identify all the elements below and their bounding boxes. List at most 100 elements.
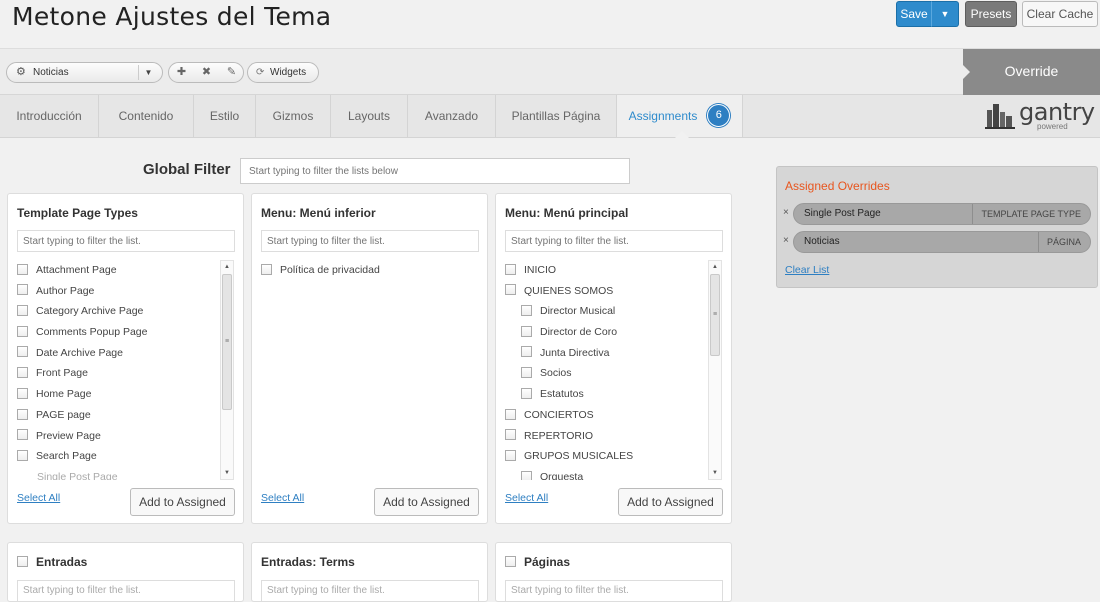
list-item-label: GRUPOS MUSICALES [524, 450, 634, 463]
checkbox[interactable] [505, 263, 516, 275]
list-item[interactable]: Director de Coro [505, 322, 723, 343]
add-icon[interactable]: ✚ [169, 63, 194, 82]
checkbox[interactable] [17, 284, 28, 296]
select-all-link[interactable]: Select All [17, 492, 60, 504]
panel-filter-input[interactable] [505, 230, 723, 252]
checkbox[interactable] [261, 263, 272, 275]
checkbox[interactable] [505, 449, 516, 461]
list-item[interactable]: Category Archive Page [17, 301, 235, 322]
override-select[interactable]: ⚙ Noticias ▼ [6, 62, 163, 83]
panel-filter-input[interactable] [17, 230, 235, 252]
list-item[interactable]: Junta Directiva [505, 343, 723, 364]
gantry-logo: gantry powered [985, 98, 1095, 131]
edit-icon[interactable]: ✎ [219, 63, 244, 82]
list-scrollbar[interactable]: ▲ ≡ ▼ [220, 260, 234, 480]
list-item-label: Socios [540, 367, 572, 380]
select-all-link[interactable]: Select All [261, 492, 304, 504]
panel-title: Entradas: Terms [261, 555, 355, 569]
list-item[interactable]: Preview Page [17, 426, 235, 447]
clear-list-link[interactable]: Clear List [785, 264, 829, 276]
save-options-button[interactable]: ▼ [931, 1, 959, 27]
list-item[interactable]: Attachment Page [17, 260, 235, 281]
list-item[interactable]: QUIENES SOMOS [505, 281, 723, 302]
checkbox[interactable] [505, 429, 516, 441]
add-to-assigned-button[interactable]: Add to Assigned [374, 488, 479, 516]
tab-gizmos[interactable]: Gizmos [256, 95, 331, 137]
tab-assignments[interactable]: Assignments 6 [617, 95, 743, 138]
remove-icon[interactable]: × [783, 235, 789, 246]
assigned-item-type: PÁGINA [1037, 232, 1081, 252]
tab-estilo[interactable]: Estilo [194, 95, 256, 137]
widgets-button[interactable]: ⟳ Widgets [247, 62, 319, 83]
panel-entradas-terms: Entradas: Terms Start typing to filter t… [251, 542, 488, 602]
checkbox[interactable] [521, 387, 532, 399]
add-to-assigned-button[interactable]: Add to Assigned [618, 488, 723, 516]
list-item[interactable]: Search Page [17, 446, 235, 467]
checkbox[interactable] [17, 263, 28, 275]
checkbox[interactable] [17, 556, 28, 568]
checkbox[interactable] [17, 449, 28, 461]
list-scrollbar[interactable]: ▲ ≡ ▼ [708, 260, 722, 480]
list-item[interactable]: Front Page [17, 363, 235, 384]
assigned-item-name: Single Post Page [804, 208, 881, 219]
checkbox[interactable] [17, 367, 28, 379]
tab-avanzado[interactable]: Avanzado [408, 95, 496, 137]
clear-cache-button[interactable]: Clear Cache [1022, 1, 1098, 27]
checkbox[interactable] [17, 325, 28, 337]
tab-assignments-label: Assignments [628, 109, 698, 123]
assigned-item-pill: Noticias PÁGINA [793, 231, 1091, 253]
panel-filter-input[interactable]: Start typing to filter the list. [505, 580, 723, 602]
scroll-down-icon[interactable]: ▼ [221, 467, 233, 479]
scroll-up-icon[interactable]: ▲ [709, 261, 721, 273]
add-to-assigned-button[interactable]: Add to Assigned [130, 488, 235, 516]
list-item[interactable]: Date Archive Page [17, 343, 235, 364]
checkbox[interactable] [505, 408, 516, 420]
panel-filter-input[interactable] [261, 230, 479, 252]
panel-filter-input[interactable]: Start typing to filter the list. [261, 580, 479, 602]
list-item[interactable]: Socios [505, 363, 723, 384]
save-button[interactable]: Save [896, 1, 932, 27]
list-item[interactable]: GRUPOS MUSICALES [505, 446, 723, 467]
list-item[interactable]: Director Musical [505, 301, 723, 322]
delete-icon[interactable]: ✖ [194, 63, 219, 82]
list-item[interactable]: Orquesta [505, 467, 723, 480]
list-item[interactable]: Política de privacidad [261, 260, 479, 281]
checkbox[interactable] [521, 367, 532, 379]
checkbox[interactable] [521, 305, 532, 317]
tab-layouts[interactable]: Layouts [331, 95, 408, 137]
checkbox[interactable] [17, 346, 28, 358]
list-item[interactable]: Estatutos [505, 384, 723, 405]
checkbox[interactable] [17, 408, 28, 420]
scroll-down-icon[interactable]: ▼ [709, 467, 721, 479]
assigned-item-type: TEMPLATE PAGE TYPE [972, 204, 1081, 224]
list-item-label: Estatutos [540, 388, 584, 401]
scrollbar-thumb[interactable]: ≡ [222, 274, 232, 410]
remove-icon[interactable]: × [783, 207, 789, 218]
checkbox[interactable] [521, 470, 532, 480]
tab-contenido[interactable]: Contenido [99, 95, 194, 137]
list-item[interactable]: Comments Popup Page [17, 322, 235, 343]
checkbox[interactable] [521, 346, 532, 358]
list-item[interactable]: Home Page [17, 384, 235, 405]
list-item[interactable]: INICIO [505, 260, 723, 281]
override-label: Override [1004, 63, 1059, 79]
global-filter-input[interactable] [240, 158, 630, 184]
list-item[interactable]: Author Page [17, 281, 235, 302]
checkbox[interactable] [17, 429, 28, 441]
checkbox[interactable] [505, 556, 516, 568]
tab-plantillas-pagina[interactable]: Plantillas Página [496, 95, 617, 137]
checkbox[interactable] [505, 284, 516, 296]
checkbox[interactable] [17, 387, 28, 399]
select-all-link[interactable]: Select All [505, 492, 548, 504]
presets-button[interactable]: Presets [965, 1, 1017, 27]
checkbox[interactable] [17, 305, 28, 317]
list-item[interactable]: REPERTORIO [505, 426, 723, 447]
checkbox[interactable] [521, 325, 532, 337]
tab-introduccion[interactable]: Introducción [0, 95, 99, 137]
panel-filter-input[interactable]: Start typing to filter the list. [17, 580, 235, 602]
list-item[interactable]: Single Post Page [17, 467, 235, 480]
list-item[interactable]: CONCIERTOS [505, 405, 723, 426]
list-item[interactable]: PAGE page [17, 405, 235, 426]
scroll-up-icon[interactable]: ▲ [221, 261, 233, 273]
scrollbar-thumb[interactable]: ≡ [710, 274, 720, 356]
